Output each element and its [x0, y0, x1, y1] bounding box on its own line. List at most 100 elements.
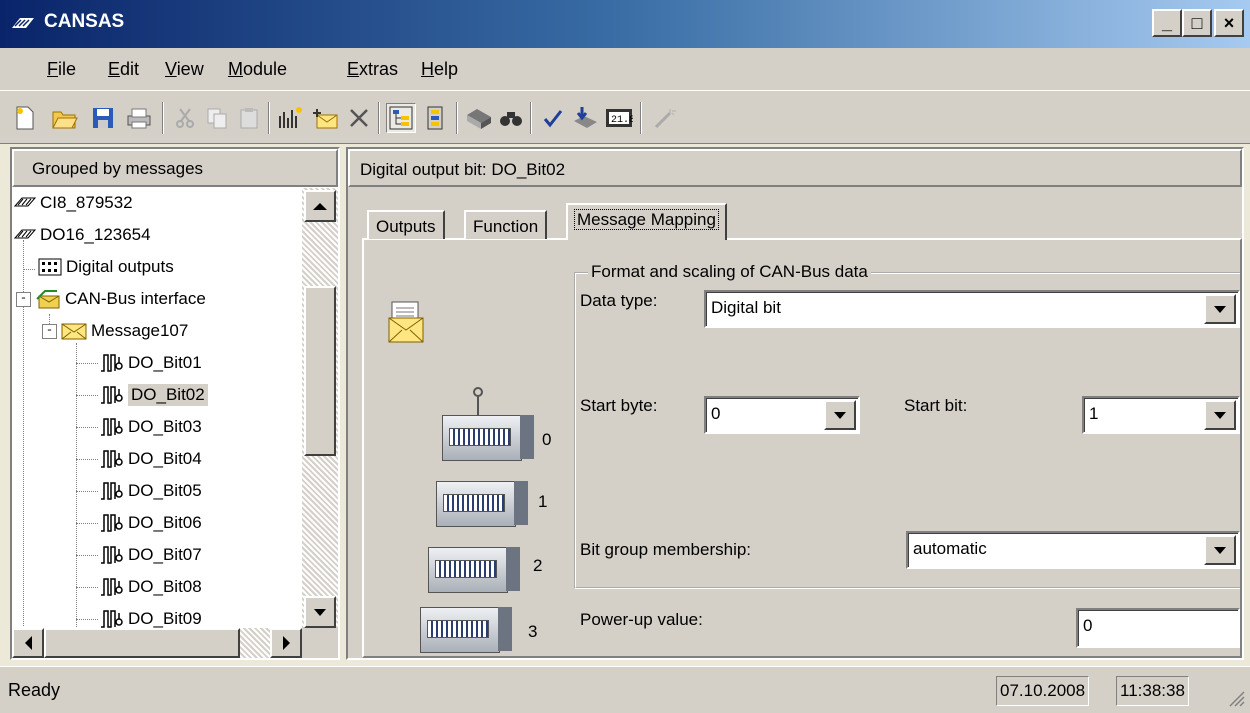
- tree-item-label: DO16_123654: [40, 225, 151, 244]
- pulse-icon: [101, 354, 123, 372]
- start-bit-select[interactable]: 1: [1082, 396, 1240, 434]
- title-bar[interactable]: [0, 0, 1250, 48]
- tree-item-bit[interactable]: DO_Bit04: [76, 446, 202, 472]
- tree-item-ci8[interactable]: CI8_879532: [14, 190, 133, 216]
- menu-help[interactable]: Help: [421, 59, 458, 80]
- tree-item-label: DO_Bit06: [128, 513, 202, 532]
- list-view-icon[interactable]: [420, 103, 450, 133]
- new-icon[interactable]: [10, 103, 40, 133]
- tree-item-bit[interactable]: DO_Bit05: [76, 478, 202, 504]
- device-icon[interactable]: [464, 103, 494, 133]
- tree-item-bit[interactable]: DO_Bit06: [76, 510, 202, 536]
- pulse-icon: [101, 546, 123, 564]
- open-icon[interactable]: [50, 103, 80, 133]
- menu-file[interactable]: File: [47, 59, 76, 80]
- chevron-down-icon[interactable]: [1204, 294, 1236, 324]
- tree-item-bit[interactable]: DO_Bit03: [76, 414, 202, 440]
- chevron-down-icon[interactable]: [824, 400, 856, 430]
- status-date: 07.10.2008: [996, 676, 1090, 706]
- chevron-down-icon[interactable]: [1204, 400, 1236, 430]
- collapse-toggle[interactable]: -: [16, 291, 31, 307]
- bit-group-value: automatic: [913, 539, 987, 558]
- tree-item-bit[interactable]: DO_Bit08: [76, 574, 202, 600]
- scroll-up-button[interactable]: [304, 190, 336, 222]
- message-icon: [61, 323, 87, 340]
- data-type-label: Data type:: [580, 291, 658, 310]
- pulse-icon: [101, 482, 123, 500]
- download-icon[interactable]: [570, 103, 600, 133]
- tree-item-bit[interactable]: DO_Bit09: [76, 606, 202, 628]
- wand-icon[interactable]: [650, 103, 680, 133]
- cut-icon[interactable]: [170, 103, 200, 133]
- module-icon: [14, 229, 36, 239]
- pulse-icon: [101, 514, 123, 532]
- close-button[interactable]: ×: [1214, 9, 1244, 37]
- tree-item-message107[interactable]: - Message107: [42, 318, 188, 344]
- resize-grip-icon[interactable]: [1226, 688, 1246, 708]
- byte-stack-illustration: [418, 385, 558, 657]
- tree-item-do16[interactable]: DO16_123654: [14, 222, 151, 248]
- vertical-scroll-thumb[interactable]: [304, 286, 336, 456]
- pulse-icon: [101, 610, 123, 628]
- tree-item-digital-outputs[interactable]: Digital outputs: [38, 254, 174, 280]
- menu-module[interactable]: Module: [228, 59, 287, 80]
- tree-item-label: CAN-Bus interface: [65, 289, 206, 308]
- tree-item-label: DO_Bit02: [128, 384, 208, 406]
- tree-header[interactable]: Grouped by messages: [12, 149, 338, 187]
- tree-connector: [76, 619, 98, 620]
- tree-item-bit[interactable]: DO_Bit02: [76, 382, 208, 408]
- properties-title: Digital output bit: DO_Bit02: [348, 149, 1242, 187]
- add-module-icon[interactable]: [276, 103, 306, 133]
- byte-number-2: 2: [533, 556, 543, 575]
- tab-function[interactable]: Function: [464, 210, 548, 239]
- tree-item-label: DO_Bit05: [128, 481, 202, 500]
- tab-outputs[interactable]: Outputs: [367, 210, 445, 239]
- tree-item-can-interface[interactable]: - CAN-Bus interface: [16, 286, 206, 312]
- envelope-message-icon: [388, 301, 424, 343]
- save-icon[interactable]: [88, 103, 118, 133]
- pulse-icon: [101, 578, 123, 596]
- tree-item-label: DO_Bit04: [128, 449, 202, 468]
- collapse-toggle[interactable]: -: [42, 323, 57, 339]
- tree-connector: [76, 523, 98, 524]
- maximize-button[interactable]: □: [1182, 9, 1212, 37]
- tree-item-bit[interactable]: DO_Bit07: [76, 542, 202, 568]
- module-icon: [14, 197, 36, 207]
- menu-extras[interactable]: Extras: [347, 59, 398, 80]
- bit-group-select[interactable]: automatic: [906, 531, 1240, 569]
- tree-connector: [76, 491, 98, 492]
- tree-connector: [76, 555, 98, 556]
- search-icon[interactable]: [496, 103, 526, 133]
- scroll-left-button[interactable]: [12, 628, 44, 658]
- start-byte-select[interactable]: 0: [704, 396, 860, 434]
- paste-icon[interactable]: [234, 103, 264, 133]
- scroll-right-button[interactable]: [270, 628, 302, 658]
- io-grid-icon: [38, 258, 62, 276]
- menu-view[interactable]: View: [165, 59, 204, 80]
- byte-number-0: 0: [542, 430, 552, 449]
- copy-icon[interactable]: [202, 103, 232, 133]
- tree-connector: [76, 587, 98, 588]
- power-up-input[interactable]: 0: [1076, 608, 1240, 648]
- pulse-icon: [101, 386, 123, 404]
- menu-edit[interactable]: Edit: [108, 59, 139, 80]
- tab-message-mapping[interactable]: Message Mapping: [566, 203, 727, 240]
- print-icon[interactable]: [124, 103, 154, 133]
- groupbox-title: Format and scaling of CAN-Bus data: [588, 262, 871, 282]
- minimize-button[interactable]: _: [1152, 9, 1182, 37]
- delete-icon[interactable]: [344, 103, 374, 133]
- start-bit-label: Start bit:: [904, 396, 968, 415]
- check-icon[interactable]: [538, 103, 568, 133]
- chevron-down-icon[interactable]: [1204, 535, 1236, 565]
- module-tree[interactable]: CI8_879532 DO16_123654 Digital outputs -…: [12, 188, 302, 628]
- tree-item-bit[interactable]: DO_Bit01: [76, 350, 202, 376]
- horizontal-scroll-thumb[interactable]: [44, 628, 240, 658]
- data-type-select[interactable]: Digital bit: [704, 290, 1240, 328]
- bit-group-label: Bit group membership:: [580, 540, 752, 559]
- add-message-icon[interactable]: [310, 103, 340, 133]
- scroll-down-button[interactable]: [304, 596, 336, 628]
- display-icon[interactable]: 21.8: [604, 103, 634, 133]
- tree-item-label: DO_Bit03: [128, 417, 202, 436]
- tree-view-icon[interactable]: [386, 103, 416, 133]
- toolbar-separator: [530, 102, 532, 134]
